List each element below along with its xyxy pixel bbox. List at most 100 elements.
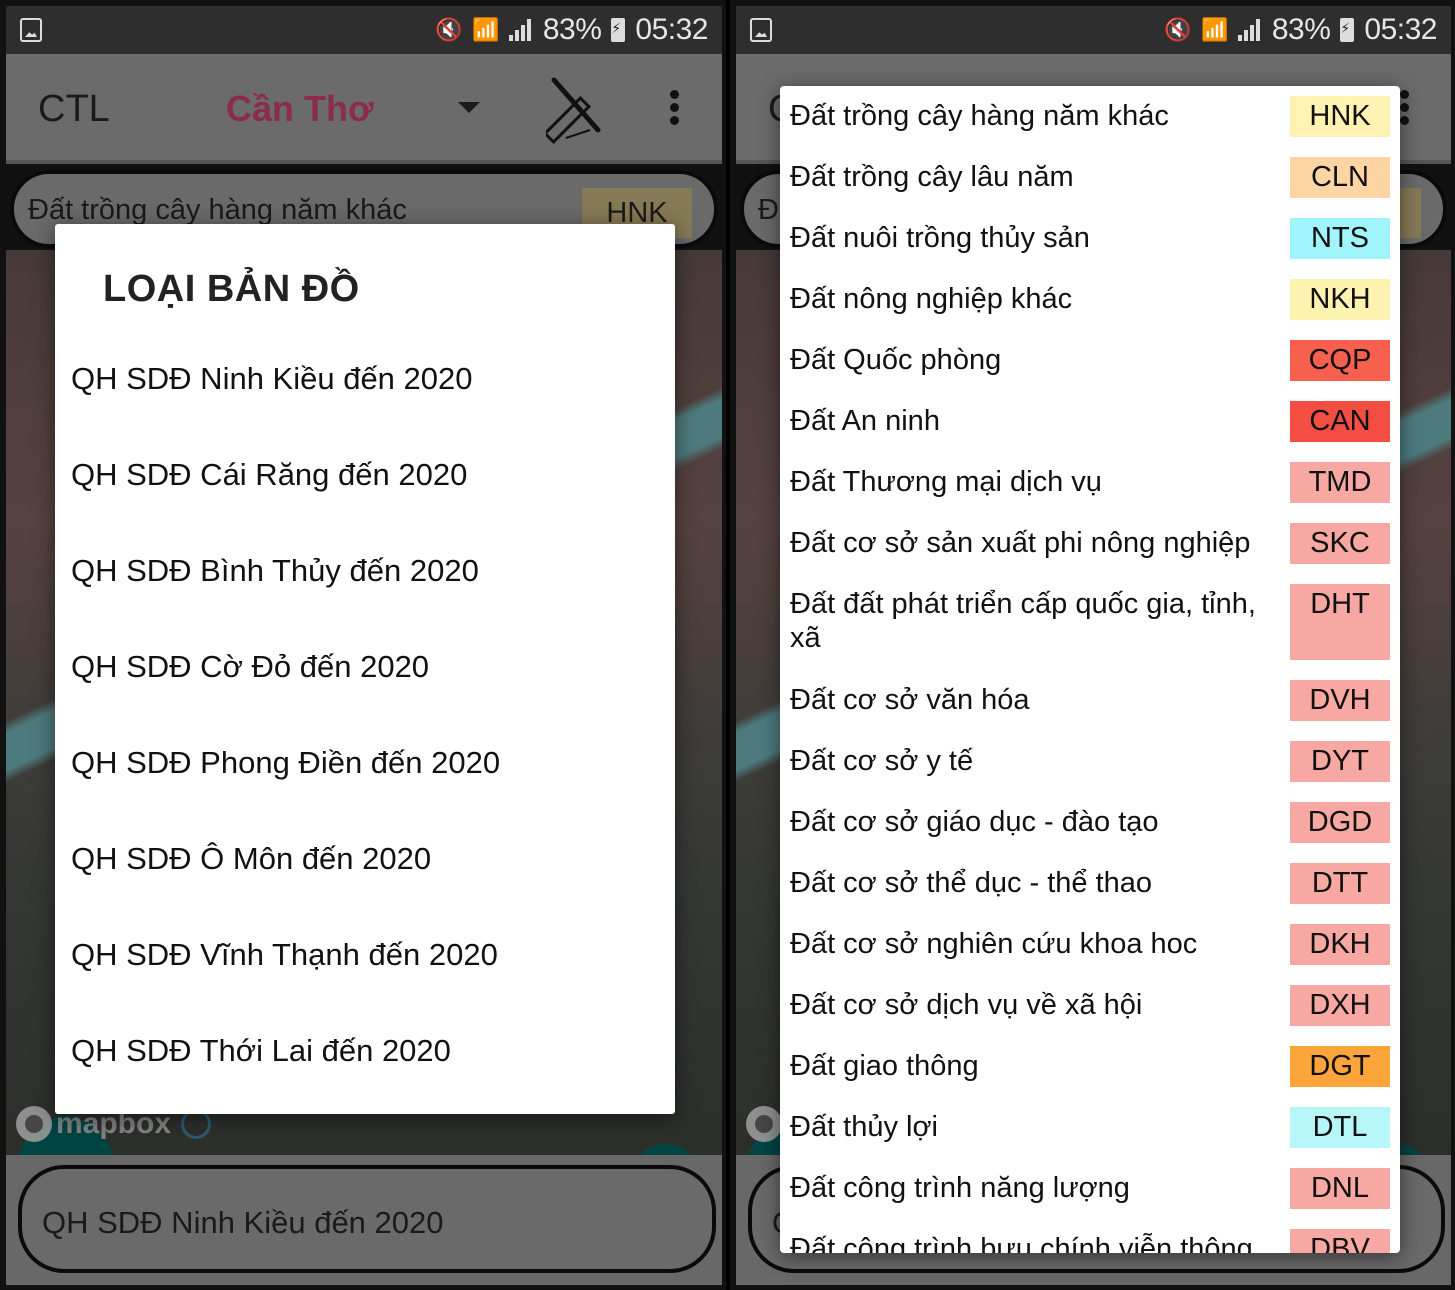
screen-right-landuse-dialog: 🔇 📶 83% 05:32 CTL Đất trồng cây hàng năm… — [730, 0, 1455, 1290]
landuse-dialog: Đất trồng cây hàng năm khác HNK Đất trồng … — [780, 86, 1400, 1253]
app-bar: CTL Cần Thơ — [6, 54, 722, 164]
landuse-option[interactable]: Đất Thương mại dịch vụ TMD — [780, 452, 1400, 513]
landuse-color-code-badge: DYT — [1290, 741, 1390, 782]
landuse-option[interactable]: Đất An ninh CAN — [780, 391, 1400, 452]
clock: 05:32 — [635, 13, 708, 46]
landuse-color-code-badge: DGD — [1290, 802, 1390, 843]
landuse-option-name: Đất đất phát triển cấp quốc gia, tỉnh, x… — [790, 588, 1256, 654]
landuse-color-code-badge: DBV — [1290, 1229, 1390, 1253]
landuse-option-name: Đất nông nghiệp khác — [790, 283, 1073, 315]
landuse-color-code-badge: DTL — [1290, 1107, 1390, 1148]
landuse-option[interactable]: Đất trồng cây hàng năm khác HNK — [780, 86, 1400, 147]
mapbox-logo-icon — [16, 1106, 52, 1142]
landuse-option[interactable]: Đất công trình năng lượng DNL — [780, 1158, 1400, 1219]
dropdown-caret-icon[interactable] — [458, 102, 480, 113]
landuse-option[interactable]: Đất cơ sở giáo dục - đào tạo DGD — [780, 792, 1400, 853]
screen-left-map-type-dialog: 🔇 📶 83% 05:32 CTL Cần Thơ mapbox Đất trồ… — [0, 0, 726, 1290]
status-bar: 🔇 📶 83% 05:32 — [736, 6, 1451, 54]
landuse-option-name: Đất cơ sở sản xuất phi nông nghiệp — [790, 527, 1251, 559]
signal-icon — [1237, 19, 1262, 41]
landuse-color-code-badge: CQP — [1290, 340, 1390, 381]
landuse-color-code-badge: DNL — [1290, 1168, 1390, 1209]
dialog-title: LOẠI BẢN ĐỒ — [103, 268, 360, 310]
gallery-notification-icon — [750, 18, 772, 42]
map-type-option[interactable]: QH SDĐ Ô Môn đến 2020 — [55, 811, 675, 907]
battery-percent: 83% — [542, 13, 602, 46]
map-type-option[interactable]: QH SDĐ Bình Thủy đến 2020 — [55, 523, 675, 619]
more-vert-icon[interactable] — [1400, 90, 1410, 130]
landuse-color-code-badge: CLN — [1290, 157, 1390, 198]
landuse-color-code-badge: NKH — [1290, 279, 1390, 320]
landuse-color-code-badge: HNK — [1290, 96, 1390, 137]
wifi-icon: 📶 — [1200, 17, 1228, 42]
landuse-option-name: Đất công trình bưu chính viễn thông — [790, 1233, 1253, 1253]
landuse-selected-name: Đất trồng cây hàng năm khác — [28, 194, 407, 226]
landuse-option-name: Đất An ninh — [790, 405, 940, 437]
map-type-option[interactable]: QH SDĐ Phong Điền đến 2020 — [55, 715, 675, 811]
landuse-option-name: Đất cơ sở giáo dục - đào tạo — [790, 806, 1159, 838]
landuse-option-name: Đất Quốc phòng — [790, 344, 1002, 376]
map-type-selector[interactable]: QH SDĐ Ninh Kiều đến 2020 — [18, 1165, 716, 1273]
map-type-option[interactable]: QH SDĐ Cờ Đỏ đến 2020 — [55, 619, 675, 715]
map-type-selected: QH SDĐ Ninh Kiều đến 2020 — [42, 1205, 444, 1240]
app-title: CTL — [38, 88, 110, 130]
battery-charging-icon — [611, 18, 626, 42]
landuse-option[interactable]: Đất cơ sở sản xuất phi nông nghiệp SKC — [780, 513, 1400, 574]
map-type-dialog: LOẠI BẢN ĐỒ QH SDĐ Ninh Kiều đến 2020 QH… — [55, 224, 675, 1114]
landuse-option-name: Đất cơ sở y tế — [790, 745, 974, 777]
landuse-color-code-badge: DGT — [1290, 1046, 1390, 1087]
landuse-option[interactable]: Đất cơ sở văn hóa DVH — [780, 670, 1400, 731]
landuse-color-code-badge: DTT — [1290, 863, 1390, 904]
landuse-option-name: Đất cơ sở dịch vụ về xã hội — [790, 989, 1143, 1021]
landuse-option-name: Đất Thương mại dịch vụ — [790, 466, 1102, 498]
battery-charging-icon — [1340, 18, 1355, 42]
landuse-option[interactable]: Đất nông nghiệp khác NKH — [780, 269, 1400, 330]
landuse-color-code-badge: SKC — [1290, 523, 1390, 564]
signal-icon — [508, 19, 533, 41]
landuse-color-code-badge: DKH — [1290, 924, 1390, 965]
landuse-option-name: Đất công trình năng lượng — [790, 1172, 1130, 1204]
map-type-option[interactable]: QH SDĐ Ninh Kiều đến 2020 — [55, 331, 675, 427]
mapbox-logo-icon — [746, 1106, 782, 1142]
landuse-color-code-badge: DVH — [1290, 680, 1390, 721]
map-type-option[interactable]: QH SDĐ Cái Răng đến 2020 — [55, 427, 675, 523]
landuse-option[interactable]: Đất thủy lợi DTL — [780, 1097, 1400, 1158]
more-vert-icon[interactable] — [670, 90, 680, 130]
landuse-option[interactable]: Đất công trình bưu chính viễn thông DBV — [780, 1219, 1400, 1253]
landuse-option-name: Đất trồng cây lâu năm — [790, 161, 1074, 193]
mapbox-attribution[interactable] — [746, 1106, 782, 1142]
landuse-option[interactable]: Đất cơ sở y tế DYT — [780, 731, 1400, 792]
landuse-option-name: Đất nuôi trồng thủy sản — [790, 222, 1090, 254]
landuse-color-code-badge: TMD — [1290, 462, 1390, 503]
landuse-option-name: Đất cơ sở văn hóa — [790, 684, 1030, 716]
landuse-option[interactable]: Đất Quốc phòng CQP — [780, 330, 1400, 391]
gallery-notification-icon — [20, 18, 42, 42]
landuse-option-name: Đất giao thông — [790, 1050, 979, 1082]
landuse-option[interactable]: Đất trồng cây lâu năm CLN — [780, 147, 1400, 208]
landuse-option[interactable]: Đất nuôi trồng thủy sản NTS — [780, 208, 1400, 269]
wifi-icon: 📶 — [471, 17, 499, 42]
landuse-option[interactable]: Đất giao thông DGT — [780, 1036, 1400, 1097]
status-bar: 🔇 📶 83% 05:32 — [6, 6, 722, 54]
battery-percent: 83% — [1271, 13, 1331, 46]
landuse-color-code-badge: NTS — [1290, 218, 1390, 259]
mute-vibrate-icon: 🔇 — [1164, 17, 1191, 42]
landuse-option-name: Đất cơ sở nghiên cứu khoa hoc — [790, 928, 1198, 960]
clock: 05:32 — [1364, 13, 1437, 46]
map-type-option[interactable]: QH SDĐ Thới Lai đến 2020 — [55, 1003, 675, 1099]
landuse-color-code-badge: DHT — [1290, 584, 1390, 660]
mute-vibrate-icon: 🔇 — [435, 17, 462, 42]
city-dropdown[interactable]: Cần Thơ — [226, 88, 374, 130]
landuse-color-code-badge: CAN — [1290, 401, 1390, 442]
landuse-option[interactable]: Đất đất phát triển cấp quốc gia, tỉnh, x… — [780, 574, 1400, 670]
landuse-option[interactable]: Đất cơ sở thể dục - thể thao DTT — [780, 853, 1400, 914]
landuse-color-code-badge: DXH — [1290, 985, 1390, 1026]
landuse-list[interactable]: Đất trồng cây hàng năm khác HNK Đất trồng … — [780, 86, 1400, 1253]
map-type-option[interactable]: QH SDĐ Vĩnh Thạnh đến 2020 — [55, 907, 675, 1003]
ruler-pencil-icon[interactable] — [546, 74, 608, 144]
landuse-option[interactable]: Đất cơ sở nghiên cứu khoa hoc DKH — [780, 914, 1400, 975]
landuse-option[interactable]: Đất cơ sở dịch vụ về xã hội DXH — [780, 975, 1400, 1036]
map-type-list: QH SDĐ Ninh Kiều đến 2020 QH SDĐ Cái Răn… — [55, 331, 675, 1099]
landuse-option-name: Đất cơ sở thể dục - thể thao — [790, 867, 1153, 899]
landuse-option-name: Đất thủy lợi — [790, 1111, 938, 1143]
